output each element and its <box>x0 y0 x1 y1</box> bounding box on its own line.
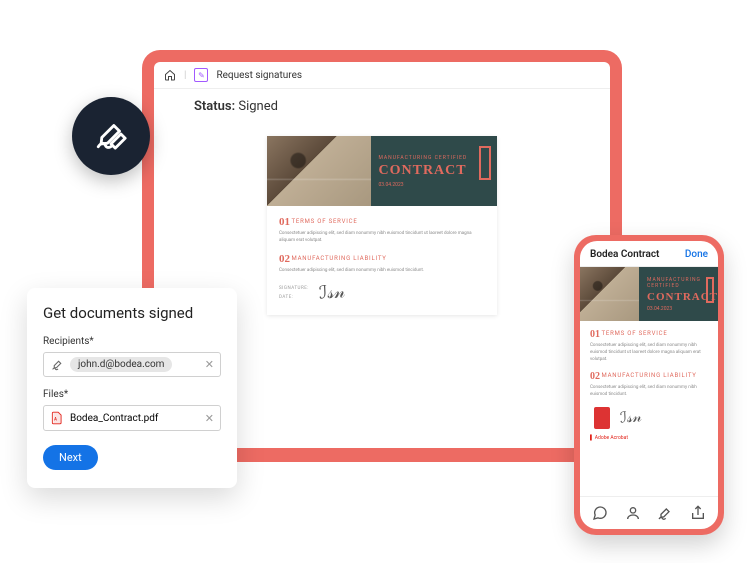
next-button[interactable]: Next <box>43 445 98 470</box>
phone-header: Bodea Contract Done <box>580 241 718 267</box>
signature-stamp-icon[interactable] <box>594 407 610 429</box>
recipients-input[interactable]: john.d@bodea.com ✕ <box>43 352 221 377</box>
clear-file-icon[interactable]: ✕ <box>205 412 214 425</box>
pdf-icon: A <box>50 411 64 425</box>
section-title: MANUFACTURING LIABILITY <box>602 372 697 379</box>
section-text: Consectetuer adipiscing elit, sed diam n… <box>590 385 708 399</box>
signature-row: SIGNATURE: DATE: ℐ𝓈𝓃 <box>279 282 485 303</box>
clear-recipient-icon[interactable]: ✕ <box>205 358 214 371</box>
get-documents-signed-dialog: Get documents signed Recipients* john.d@… <box>27 288 237 488</box>
phone-device: Bodea Contract Done MANUFACTURING CERTIF… <box>574 235 724 535</box>
document-preview: MANUFACTURING CERTIFIED CONTRACT 03.04.2… <box>267 136 497 315</box>
section-title: TERMS OF SERVICE <box>602 330 668 337</box>
status-label: Status: <box>194 99 235 114</box>
done-button[interactable]: Done <box>685 249 708 260</box>
status-row: Status: Signed <box>154 89 610 118</box>
section-text: Consectetuer adipiscing elit, sed diam n… <box>279 268 485 275</box>
file-name: Bodea_Contract.pdf <box>70 413 158 424</box>
profile-icon[interactable] <box>624 504 642 522</box>
dialog-title: Get documents signed <box>43 304 221 322</box>
document-hero-panel: MANUFACTURING CERTIFIED CONTRACT 03.04.2… <box>371 136 498 206</box>
doc-section: 01 TERMS OF SERVICE Consectetuer adipisc… <box>279 216 485 245</box>
signature-row[interactable]: ℐ𝓈𝓃 <box>590 407 708 429</box>
document-hero-image <box>580 267 639 321</box>
document-hero-panel: MANUFACTURING CERTIFIED CONTRACT 03.04.2… <box>639 267 718 321</box>
topbar-title: Request signatures <box>216 70 302 81</box>
doc-accent-box <box>706 277 714 303</box>
section-text: Consectetuer adipiscing elit, sed diam n… <box>279 231 485 245</box>
divider: | <box>184 70 186 81</box>
section-number: 02 <box>590 371 600 382</box>
section-text: Consectetuer adipiscing elit, sed diam n… <box>590 343 708 363</box>
files-input[interactable]: A Bodea_Contract.pdf ✕ <box>43 405 221 431</box>
home-icon[interactable] <box>164 69 176 81</box>
document-hero-image <box>267 136 371 206</box>
share-icon[interactable] <box>689 504 707 522</box>
signature-labels: SIGNATURE: DATE: <box>279 284 309 302</box>
status-value: Signed <box>238 99 278 114</box>
sign-feature-badge <box>72 97 150 175</box>
doc-date: 03.04.2023 <box>647 306 718 312</box>
sign-icon <box>94 117 128 155</box>
section-number: 01 <box>590 329 600 340</box>
files-label: Files* <box>43 389 221 400</box>
signature-mark: ℐ𝓈𝓃 <box>318 282 345 304</box>
recipients-label: Recipients* <box>43 336 221 347</box>
app-topbar: | ✎ Request signatures <box>154 62 610 89</box>
phone-toolbar <box>580 496 718 529</box>
phone-document-view[interactable]: MANUFACTURING CERTIFIED CONTRACT 03.04.2… <box>580 267 718 496</box>
doc-accent-box <box>479 146 491 180</box>
signature-mark: ℐ𝓈𝓃 <box>620 408 643 428</box>
doc-section: 02 MANUFACTURING LIABILITY Consectetuer … <box>279 253 485 275</box>
recipient-chip[interactable]: john.d@bodea.com <box>70 357 172 372</box>
section-title: TERMS OF SERVICE <box>292 218 358 225</box>
phone-screen: Bodea Contract Done MANUFACTURING CERTIF… <box>580 241 718 529</box>
doc-section: 01 TERMS OF SERVICE Consectetuer adipisc… <box>590 329 708 363</box>
section-number: 01 <box>279 216 290 228</box>
pen-icon <box>50 358 64 372</box>
section-number: 02 <box>279 253 290 265</box>
svg-text:A: A <box>54 416 57 421</box>
sign-icon[interactable] <box>656 504 674 522</box>
doc-section: 02 MANUFACTURING LIABILITY Consectetuer … <box>590 371 708 399</box>
section-title: MANUFACTURING LIABILITY <box>292 255 387 262</box>
adobe-badge: ▌ Adobe Acrobat <box>590 435 708 441</box>
doc-date: 03.04.2023 <box>379 182 498 188</box>
comment-icon[interactable] <box>591 504 609 522</box>
phone-doc-title: Bodea Contract <box>590 249 659 260</box>
request-signatures-icon[interactable]: ✎ <box>194 68 208 82</box>
